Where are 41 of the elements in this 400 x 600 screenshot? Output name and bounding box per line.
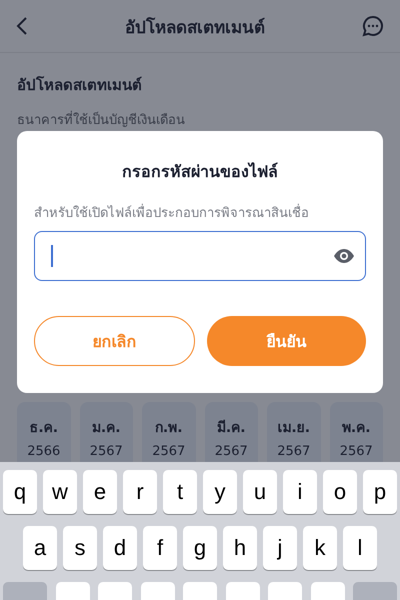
page-title: อัปโหลดสเตทเมนต์ (125, 16, 265, 40)
key[interactable]: j (263, 526, 297, 570)
key[interactable]: g (183, 526, 217, 570)
password-field[interactable] (34, 231, 366, 281)
month-name: ม.ค. (92, 419, 121, 438)
month-name: ธ.ค. (29, 419, 58, 438)
key[interactable]: y (203, 470, 237, 514)
key[interactable]: i (283, 470, 317, 514)
year-text: 2567 (277, 444, 310, 459)
key[interactable]: t (163, 470, 197, 514)
dialog-subtitle: สำหรับใช้เปิดไฟล์เพื่อประกอบการพิจารณาสินเชื่อ (34, 202, 366, 223)
month-name: มี.ค. (216, 418, 246, 438)
month-name: พ.ค. (342, 419, 371, 438)
year-text: 2567 (90, 444, 123, 459)
month-name: ก.พ. (154, 419, 183, 438)
key[interactable]: h (223, 526, 257, 570)
key[interactable]: o (323, 470, 357, 514)
dialog-title: กรอกรหัสผ่านของไฟล์ (121, 161, 279, 183)
key[interactable]: d (103, 526, 137, 570)
key[interactable]: u (243, 470, 277, 514)
key[interactable]: p (363, 470, 397, 514)
section-heading: อัปโหลดสเตทเมนต์ (17, 75, 143, 96)
chat-icon[interactable] (362, 15, 384, 37)
key[interactable]: q (3, 470, 37, 514)
text-cursor (51, 245, 53, 267)
key[interactable]: s (63, 526, 97, 570)
bank-label: ธนาคารที่ใช้เป็นบัญชีเงินเดือน (17, 109, 383, 130)
back-icon[interactable] (16, 16, 28, 36)
year-text: 2567 (214, 444, 248, 459)
key[interactable]: k (303, 526, 337, 570)
year-text: 2567 (152, 444, 186, 459)
key[interactable]: e (83, 470, 117, 514)
key[interactable]: l (343, 526, 377, 570)
key[interactable]: f (143, 526, 177, 570)
key[interactable]: r (123, 470, 157, 514)
year-text: 2566 (27, 444, 60, 459)
year-text: 2567 (340, 444, 373, 459)
month-name: เม.ย. (277, 419, 310, 438)
key[interactable]: w (43, 470, 77, 514)
key[interactable]: a (23, 526, 57, 570)
eye-icon[interactable] (333, 249, 355, 263)
